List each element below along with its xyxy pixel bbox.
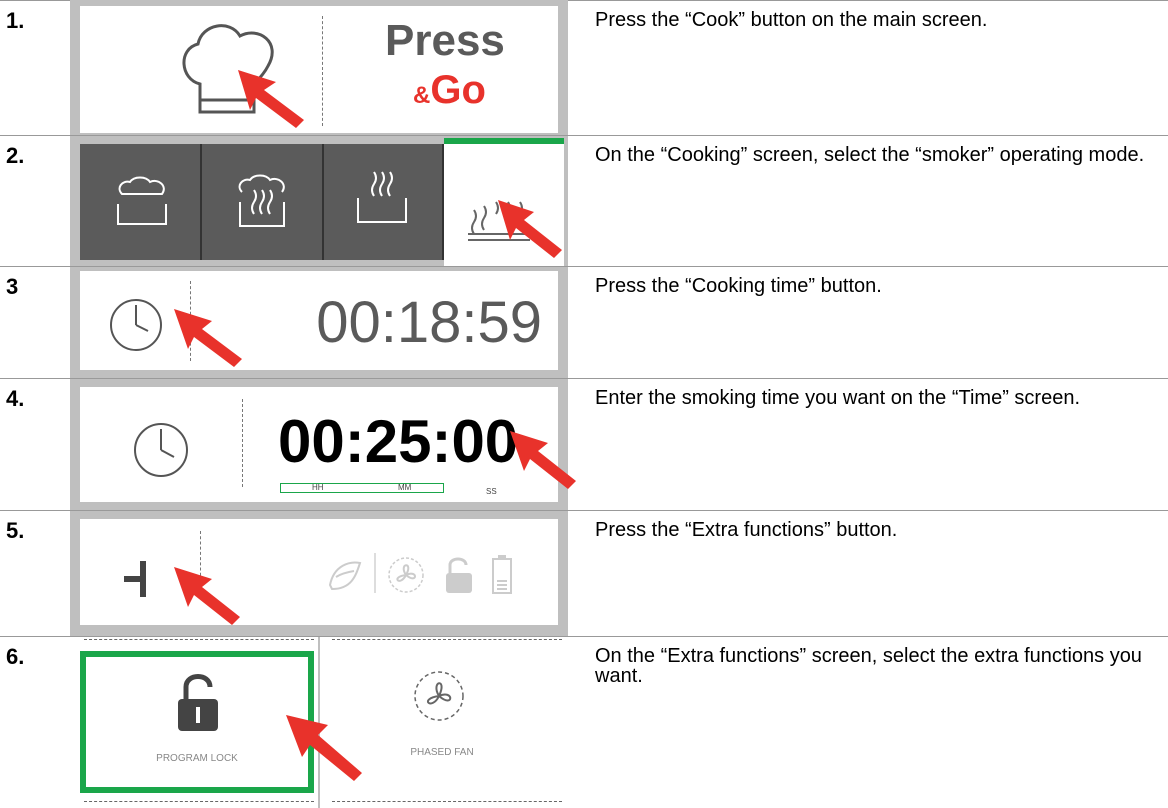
cloud-steam-icon [117, 176, 167, 225]
extra-functions-icon [124, 561, 146, 597]
ss-label: SS [486, 487, 497, 496]
divider [332, 801, 562, 802]
step-number: 4. [6, 386, 25, 411]
cooking-screen-panel [70, 136, 568, 266]
mode-combi[interactable] [202, 144, 324, 260]
step-text: On the “Cooking” screen, select the “smo… [595, 144, 1145, 166]
drying-icon [328, 561, 362, 591]
mode-steam[interactable] [80, 144, 202, 260]
divider [242, 399, 243, 487]
main-screen-panel: Press &Go [70, 0, 568, 135]
cooking-time-value: 00:18:59 [316, 290, 542, 355]
program-lock-tile[interactable]: PROGRAM LOCK [80, 651, 314, 793]
red-arrow-icon [498, 200, 562, 258]
step-number: 1. [6, 8, 25, 33]
divider [332, 639, 562, 640]
cooking-time-screen: 00:18:59 [80, 271, 558, 370]
extra-functions-screen-panel: PROGRAM LOCK PHASED FAN [70, 637, 568, 808]
red-arrow-icon [286, 715, 362, 781]
red-arrow-icon [510, 431, 576, 489]
lock-icon [446, 557, 472, 593]
clock-icon [110, 299, 162, 351]
steam-lines-icon [357, 171, 407, 223]
mm-label: MM [398, 483, 412, 492]
step-text: Enter the smoking time you want on the “… [595, 387, 1081, 409]
time-screen-panel: 00:25:00 HH MM SS [70, 379, 576, 510]
battery-icon [492, 555, 512, 594]
step-number: 2. [6, 143, 25, 168]
divider [374, 553, 376, 593]
clock-icon [134, 423, 188, 477]
press-and-go-button[interactable]: Press &Go [323, 6, 558, 133]
red-arrow-icon [174, 309, 242, 367]
hh-label: HH [312, 483, 324, 492]
cooking-time-panel: 00:18:59 [70, 267, 568, 378]
step-text: Press the “Cooking time” button. [595, 275, 882, 297]
step-text: Press the “Cook” button on the main scre… [595, 9, 988, 31]
step-number: 5. [6, 518, 25, 543]
go-text: Go [430, 68, 486, 112]
amp-label: & [413, 82, 431, 109]
fan-icon [414, 671, 464, 721]
mode-convection[interactable] [324, 144, 444, 260]
divider [84, 801, 314, 802]
go-label: &Go [413, 68, 486, 113]
extra-functions-bar [80, 519, 558, 625]
fan-icon [388, 557, 424, 593]
red-arrow-icon [174, 567, 240, 625]
extra-functions-panel [70, 511, 568, 636]
step-number: 3 [6, 274, 19, 299]
press-label: Press [385, 16, 505, 65]
divider [84, 639, 314, 640]
time-screen: 00:25:00 HH MM SS [80, 387, 558, 502]
time-segment-bar [280, 483, 444, 493]
step-text: On the “Extra functions” screen, select … [595, 645, 1142, 687]
step-text: Press the “Extra functions” button. [595, 519, 898, 541]
program-lock-label: PROGRAM LOCK [156, 753, 238, 764]
red-arrow-icon [238, 70, 304, 128]
steam-hot-icon [238, 174, 285, 227]
lock-icon [178, 674, 218, 731]
time-value[interactable]: 00:25:00 [278, 407, 518, 476]
step-number: 6. [6, 644, 25, 669]
